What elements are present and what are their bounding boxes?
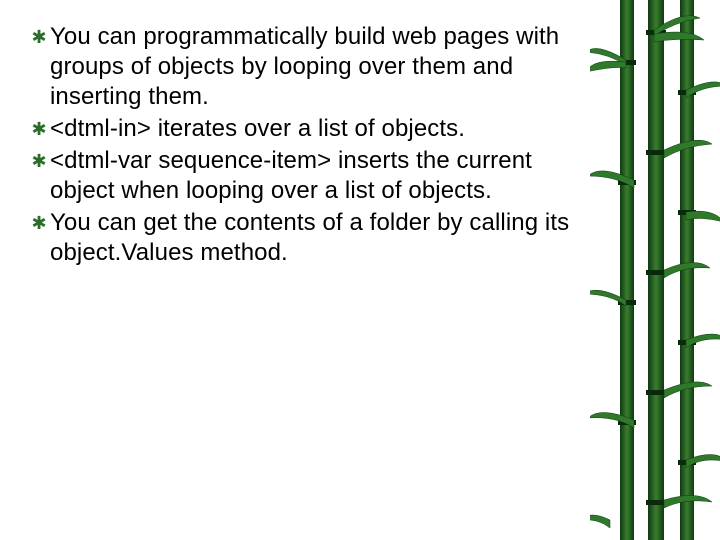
bullet-icon: ✱ xyxy=(28,114,50,144)
bullet-icon: ✱ xyxy=(28,22,50,52)
bullet-icon: ✱ xyxy=(28,208,50,238)
bamboo-decoration xyxy=(590,0,720,540)
list-item: ✱ You can programmatically build web pag… xyxy=(28,22,598,112)
list-item: ✱ You can get the contents of a folder b… xyxy=(28,208,598,268)
bullet-list: ✱ You can programmatically build web pag… xyxy=(28,22,598,270)
list-item-text: <dtml-in> iterates over a list of object… xyxy=(50,114,465,144)
list-item-text: <dtml-var sequence-item> inserts the cur… xyxy=(50,146,598,206)
list-item: ✱ <dtml-var sequence-item> inserts the c… xyxy=(28,146,598,206)
list-item: ✱ <dtml-in> iterates over a list of obje… xyxy=(28,114,598,144)
bullet-icon: ✱ xyxy=(28,146,50,176)
list-item-text: You can get the contents of a folder by … xyxy=(50,208,598,268)
list-item-text: You can programmatically build web pages… xyxy=(50,22,598,112)
